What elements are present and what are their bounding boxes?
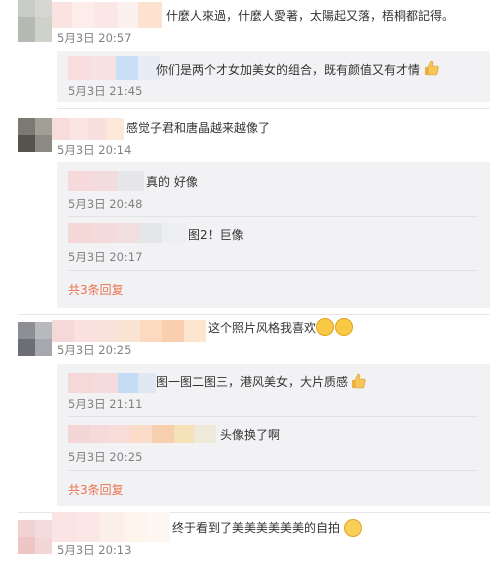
divider <box>18 314 490 315</box>
avatar[interactable] <box>18 322 52 356</box>
reply-time: 5月3日 21:45 <box>68 84 143 98</box>
reply-text: 真的 好像 <box>146 175 198 189</box>
divider <box>68 270 478 271</box>
avatar[interactable] <box>18 520 52 554</box>
comment-text: 终于看到了美美美美美美的自拍 <box>172 521 341 535</box>
username[interactable] <box>52 118 124 140</box>
divider <box>68 416 478 417</box>
comment-text: 这个照片风格我喜欢 <box>208 321 317 335</box>
thumbs-up-icon <box>425 60 439 76</box>
reply-text: 图2！巨像 <box>188 228 244 242</box>
reply-username[interactable] <box>68 171 144 191</box>
reply-time: 5月3日 20:25 <box>68 450 143 464</box>
divider <box>68 216 478 217</box>
more-replies-link[interactable]: 共3条回复 <box>68 282 124 298</box>
avatar[interactable] <box>18 118 52 152</box>
comment-text: 感觉子君和唐晶越来越像了 <box>126 121 271 135</box>
comment-text: 什麼人來過，什麼人愛著，太陽起又落，梧桐都記得。 <box>166 9 455 23</box>
username[interactable] <box>52 512 170 542</box>
comment-time: 5月3日 20:14 <box>57 143 132 157</box>
reply-username[interactable] <box>68 56 160 80</box>
reply-time: 5月3日 20:48 <box>68 197 143 211</box>
reply-username[interactable] <box>68 223 186 243</box>
more-replies-link[interactable]: 共3条回复 <box>68 482 124 498</box>
reply-text: 你们是两个才女加美女的组合，既有颜值又有才情 <box>156 63 421 77</box>
comment-time: 5月3日 20:13 <box>57 543 132 557</box>
reply-username[interactable] <box>68 425 216 443</box>
username[interactable] <box>52 320 206 342</box>
reply-time: 5月3日 20:17 <box>68 250 143 264</box>
reply-username[interactable] <box>68 373 156 393</box>
laughing-emoji-icon <box>316 318 334 336</box>
peace-sign-icon <box>344 519 362 537</box>
laughing-emoji-icon <box>335 318 353 336</box>
comment-time: 5月3日 20:25 <box>57 343 132 357</box>
reply-time: 5月3日 21:11 <box>68 397 143 411</box>
reply-text: 头像换了啊 <box>220 428 281 442</box>
comment-time: 5月3日 20:57 <box>57 31 132 45</box>
reply-text: 图一图二图三，港风美女，大片质感 <box>156 375 349 389</box>
divider <box>57 108 490 109</box>
divider <box>68 470 478 471</box>
thumbs-up-icon <box>352 373 366 389</box>
avatar[interactable] <box>18 0 52 42</box>
username[interactable] <box>52 2 162 28</box>
